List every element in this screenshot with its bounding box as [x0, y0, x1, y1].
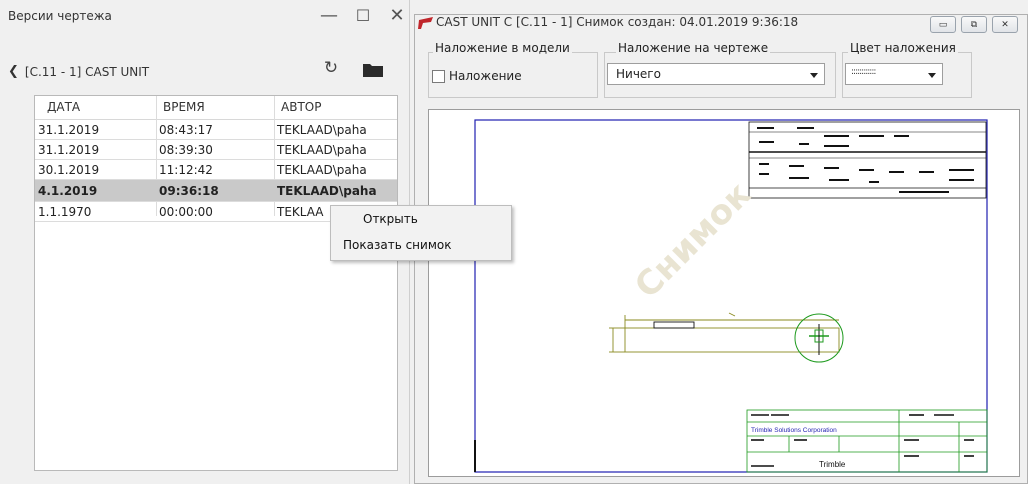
cell-date: 30.1.2019 [38, 163, 100, 177]
tekla-app-icon [418, 17, 434, 29]
close-button[interactable]: ✕ [992, 16, 1018, 33]
window-title: CAST UNIT C [C.11 - 1] Снимок создан: 04… [436, 15, 799, 29]
refresh-icon[interactable]: ↻ [322, 59, 340, 77]
menu-item-open[interactable]: Открыть [363, 212, 418, 226]
context-menu: Открыть Показать снимок [330, 205, 512, 261]
cell-time: 09:36:18 [159, 184, 219, 198]
cell-time: 00:00:00 [159, 205, 213, 219]
table-row[interactable]: 30.1.2019 11:12:42 TEKLAAD\paha [35, 160, 397, 180]
column-author[interactable]: АВТОР [281, 100, 321, 114]
watermark: Снимок [627, 174, 759, 306]
group-label: Цвет наложения [848, 41, 958, 55]
versions-table: ДАТА ВРЕМЯ АВТОР 31.1.2019 08:43:17 TEKL… [34, 95, 398, 471]
column-date[interactable]: ДАТА [47, 100, 80, 114]
breadcrumb-label: [C.11 - 1] CAST UNIT [24, 64, 150, 79]
checkbox-label[interactable]: Наложение [449, 69, 522, 83]
overlay-checkbox[interactable] [432, 70, 445, 83]
table-row-selected[interactable]: 4.1.2019 09:36:18 TEKLAAD\paha [35, 180, 397, 202]
group-label: Наложение в модели [433, 41, 572, 55]
title-block [746, 409, 988, 473]
cell-time: 08:43:17 [159, 123, 213, 137]
chevron-down-icon [810, 73, 818, 78]
cell-time: 08:39:30 [159, 143, 213, 157]
cell-author: TEKLAA [277, 205, 324, 219]
drawing-canvas: Снимок Trimble Solutions Corporation Tri… [474, 119, 988, 473]
company-name: Trimble Solutions Corporation [751, 427, 837, 434]
cell-date: 31.1.2019 [38, 123, 100, 137]
cell-date: 31.1.2019 [38, 143, 100, 157]
minimize-button[interactable]: ▭ [930, 16, 956, 33]
sheet-border [474, 119, 988, 473]
overlay-color-select[interactable]: :::::::::::: [845, 63, 943, 85]
breadcrumb[interactable]: ❮ [C.11 - 1] CAST UNIT [8, 64, 149, 79]
drawing-preview: Снимок Trimble Solutions Corporation Tri… [428, 109, 1020, 477]
restore-button[interactable]: ⧉ [961, 16, 987, 33]
cell-author: TEKLAAD\paha [277, 123, 367, 137]
panel-title: Версии чертежа [8, 9, 112, 23]
select-value: Ничего [616, 67, 661, 81]
select-value: :::::::::::: [851, 67, 876, 77]
cell-author: TEKLAAD\paha [277, 143, 367, 157]
close-button[interactable]: ✕ [382, 2, 412, 28]
column-time[interactable]: ВРЕМЯ [163, 100, 205, 114]
group-label: Наложение на чертеже [616, 41, 771, 55]
cell-author: TEKLAAD\paha [277, 184, 377, 198]
chevron-left-icon[interactable]: ❮ [8, 64, 19, 79]
cell-date: 4.1.2019 [38, 184, 98, 198]
maximize-button[interactable]: ☐ [348, 2, 378, 28]
menu-item-show-snapshot[interactable]: Показать снимок [343, 238, 451, 252]
chevron-down-icon [928, 73, 936, 78]
drawing-overlay-select[interactable]: Ничего [607, 63, 825, 85]
cell-time: 11:12:42 [159, 163, 213, 177]
cell-date: 1.1.1970 [38, 205, 92, 219]
cell-author: TEKLAAD\paha [277, 163, 367, 177]
parts-list-table [748, 121, 987, 199]
table-row[interactable]: 31.1.2019 08:39:30 TEKLAAD\paha [35, 140, 397, 160]
minimize-button[interactable]: — [314, 2, 344, 28]
detail-marker [794, 313, 844, 363]
table-row[interactable]: 31.1.2019 08:43:17 TEKLAAD\paha [35, 120, 397, 140]
table-header: ДАТА ВРЕМЯ АВТОР [35, 96, 397, 120]
folder-icon[interactable] [363, 63, 383, 77]
brand-logo: Trimble [819, 460, 846, 469]
